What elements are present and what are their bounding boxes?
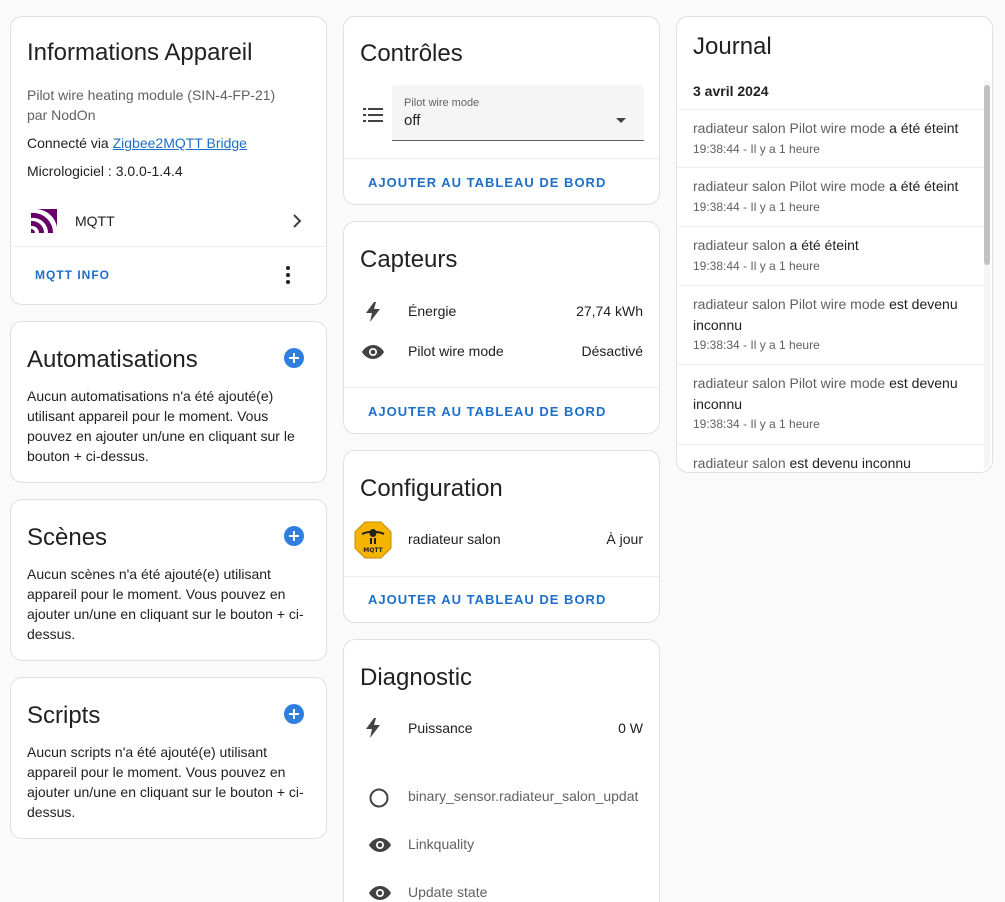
sensor-pilot-wire-value: Désactivé (581, 343, 643, 359)
select-label: Pilot wire mode (404, 97, 480, 109)
journal-entity: radiateur salon (693, 237, 786, 253)
more-vertical-icon[interactable] (286, 266, 290, 289)
journal-time: 19:38:44 - Il y a 1 heure (693, 259, 820, 273)
dropdown-arrow-icon (616, 110, 626, 128)
controls-title: Contrôles (360, 40, 463, 67)
sensor-energy-label: Énergie (408, 303, 457, 319)
journal-entry-text: radiateur salon Pilot wire mode a été ét… (693, 176, 968, 197)
lightning-icon (366, 718, 380, 743)
journal-action: a été éteint (889, 178, 959, 194)
device-manufacturer: par NodOn (27, 107, 96, 123)
journal-time: 19:38:34 - Il y a 1 heure (693, 338, 820, 352)
add-scene-button[interactable] (284, 526, 304, 546)
journal-time: 19:38:44 - Il y a 1 heure (693, 200, 820, 214)
diagnostic-card: Diagnostic Puissance 0 W binary_sensor.r… (343, 639, 660, 902)
device-model: Pilot wire heating module (SIN-4-FP-21) (27, 87, 276, 103)
mqtt-logo-icon (31, 209, 57, 238)
journal-entry[interactable]: radiateur salon est devenu inconnu (677, 445, 984, 472)
automations-title: Automatisations (27, 346, 198, 373)
eye-icon (369, 886, 391, 902)
scripts-card: Scripts Aucun scripts n'a été ajouté(e) … (10, 677, 327, 839)
journal-card: Journal 3 avril 2024 radiateur salon Pil… (676, 16, 993, 473)
divider (344, 387, 659, 388)
automations-card: Automatisations Aucun automatisations n'… (10, 321, 327, 483)
journal-list[interactable]: radiateur salon Pilot wire mode a été ét… (677, 110, 992, 472)
journal-entry[interactable]: radiateur salon Pilot wire mode est deve… (677, 365, 984, 445)
mqtt-label: MQTT (75, 213, 115, 229)
journal-entity: radiateur salon Pilot wire mode (693, 178, 886, 194)
journal-title: Journal (693, 33, 772, 60)
sensors-card: Capteurs Énergie 27,74 kWh Pilot wire mo… (343, 221, 660, 434)
journal-entry-text: radiateur salon a été éteint (693, 235, 968, 256)
divider (344, 576, 659, 577)
journal-entry-text: radiateur salon Pilot wire mode est deve… (693, 373, 968, 415)
journal-entity: radiateur salon Pilot wire mode (693, 296, 886, 312)
zigbee2mqtt-logo-icon: MQTT (354, 521, 392, 564)
config-device-label: radiateur salon (408, 531, 501, 547)
config-status-value: À jour (606, 531, 643, 547)
diag-binary-sensor-label: binary_sensor.radiateur_salon_updat (408, 788, 639, 804)
journal-action: a été éteint (789, 237, 859, 253)
journal-entry[interactable]: radiateur salon Pilot wire mode a été ét… (677, 110, 984, 168)
journal-entity: radiateur salon Pilot wire mode (693, 375, 886, 391)
journal-entity: radiateur salon Pilot wire mode (693, 120, 886, 136)
add-to-dashboard-button[interactable]: AJOUTER AU TABLEAU DE BORD (368, 592, 606, 607)
journal-entry-text: radiateur salon Pilot wire mode est deve… (693, 294, 968, 336)
diag-linkquality-label: Linkquality (408, 836, 475, 852)
scenes-title: Scènes (27, 524, 108, 551)
divider (344, 158, 659, 159)
mqtt-integration-row[interactable]: MQTT (11, 197, 326, 245)
journal-date: 3 avril 2024 (693, 83, 769, 99)
list-icon (363, 107, 383, 128)
sensor-pilot-wire-label: Pilot wire mode (408, 343, 504, 359)
eye-icon (369, 838, 391, 857)
diag-update-state-label: Update state (408, 884, 488, 900)
diagnostic-title: Diagnostic (360, 664, 473, 691)
pilot-wire-mode-select[interactable]: Pilot wire mode off (392, 85, 644, 141)
mqtt-info-button[interactable]: MQTT INFO (35, 268, 110, 282)
eye-icon (362, 345, 384, 364)
journal-entry[interactable]: radiateur salon Pilot wire mode est deve… (677, 286, 984, 365)
journal-time: 19:38:44 - Il y a 1 heure (693, 142, 820, 156)
add-automation-button[interactable] (284, 348, 304, 368)
add-to-dashboard-button[interactable]: AJOUTER AU TABLEAU DE BORD (368, 404, 606, 419)
diag-power-label: Puissance (408, 720, 473, 736)
device-info-card: Informations Appareil Pilot wire heating… (10, 16, 327, 305)
journal-action: a été éteint (889, 120, 959, 136)
chevron-right-icon (292, 213, 302, 234)
controls-card: Contrôles Pilot wire mode off AJOUTER AU… (343, 16, 660, 205)
scripts-empty-text: Aucun scripts n'a été ajouté(e) utilisan… (27, 744, 304, 820)
journal-entry-text: radiateur salon Pilot wire mode a été ét… (693, 118, 968, 139)
select-value: off (404, 112, 421, 129)
device-info-title: Informations Appareil (27, 39, 253, 66)
bridge-link[interactable]: Zigbee2MQTT Bridge (113, 135, 247, 151)
journal-scrollbar-thumb[interactable] (984, 85, 990, 265)
add-script-button[interactable] (284, 704, 304, 724)
divider (11, 246, 326, 247)
svg-text:MQTT: MQTT (363, 547, 383, 554)
automations-empty-text: Aucun automatisations n'a été ajouté(e) … (27, 388, 295, 464)
firmware-version: Micrologiciel : 3.0.0-1.4.4 (27, 163, 183, 179)
journal-action: est devenu inconnu (789, 455, 911, 471)
journal-entry-text: radiateur salon est devenu inconnu (693, 453, 968, 472)
scenes-empty-text: Aucun scènes n'a été ajouté(e) utilisant… (27, 566, 304, 642)
scripts-title: Scripts (27, 702, 101, 729)
connected-via-prefix: Connecté via (27, 135, 113, 151)
connected-via: Connecté via Zigbee2MQTT Bridge (27, 135, 247, 151)
journal-entry[interactable]: radiateur salon a été éteint 19:38:44 - … (677, 227, 984, 286)
diag-power-value: 0 W (618, 720, 643, 736)
journal-entity: radiateur salon (693, 455, 786, 471)
journal-time: 19:38:34 - Il y a 1 heure (693, 417, 820, 431)
sensors-title: Capteurs (360, 246, 458, 273)
circle-icon (369, 788, 389, 813)
lightning-icon (366, 302, 380, 327)
sensor-energy-value: 27,74 kWh (576, 303, 643, 319)
configuration-card: Configuration MQTT radiateur salon À jou… (343, 450, 660, 623)
scenes-card: Scènes Aucun scènes n'a été ajouté(e) ut… (10, 499, 327, 661)
add-to-dashboard-button[interactable]: AJOUTER AU TABLEAU DE BORD (368, 175, 606, 190)
configuration-title: Configuration (360, 475, 503, 502)
journal-entry[interactable]: radiateur salon Pilot wire mode a été ét… (677, 168, 984, 227)
